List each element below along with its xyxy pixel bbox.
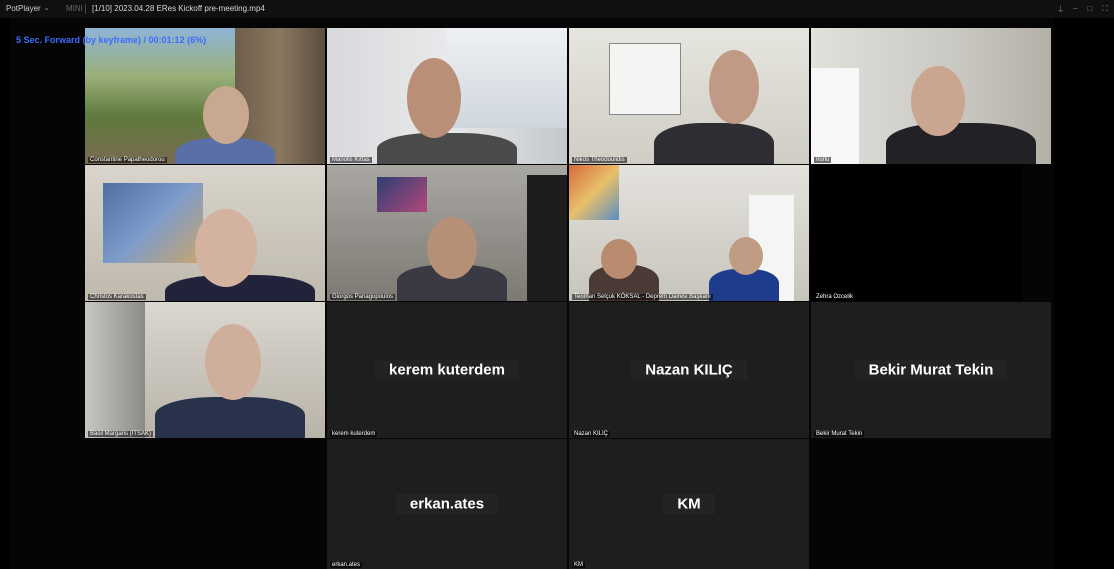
participant-tile[interactable]: erkan.ates erkan.ates: [327, 439, 567, 569]
window: [447, 28, 567, 128]
participant-tile[interactable]: Teoman Selçuk KÖKSAL - Deprem Dairesi Ba…: [569, 165, 809, 301]
person-head: [709, 50, 759, 124]
display-name: KM: [569, 493, 809, 515]
participant-tile[interactable]: Nazan KILIÇ Nazan KILIÇ: [569, 302, 809, 438]
maximize-icon[interactable]: □: [1088, 0, 1093, 18]
person-body: [886, 123, 1036, 164]
participant-name: Manolis Kirtas: [330, 157, 372, 163]
participant-name: Bekir Murat Tekin: [814, 431, 865, 437]
person-head: [195, 209, 257, 287]
participant-name: Nazan KILIÇ: [572, 431, 611, 437]
fullscreen-icon[interactable]: ⛶: [1102, 0, 1108, 18]
wall-painting: [377, 177, 427, 212]
file-title: [1/10] 2023.04.28 ERes Kickoff pre-meeti…: [92, 4, 265, 13]
participant-name: kerem kuterdem: [330, 431, 378, 437]
divider: [85, 4, 86, 14]
display-name: erkan.ates: [327, 493, 567, 515]
person-body: [377, 133, 517, 164]
person-body: [654, 123, 774, 164]
participant-tile[interactable]: Constantine Papatheodorou: [85, 28, 325, 164]
participant-name: erkan.ates: [330, 562, 363, 568]
participant-name: Giorgos Panagopoulos: [330, 294, 396, 300]
bookshelf: [85, 302, 145, 438]
person-head: [203, 86, 249, 144]
participant-name: KM: [572, 562, 585, 568]
participant-name: Constantine Papatheodorou: [88, 157, 167, 163]
app-name: PotPlayer: [6, 4, 41, 13]
participant-name: nurlu: [814, 157, 832, 163]
participant-tile[interactable]: nurlu: [811, 28, 1051, 164]
participant-name: Teoman Selçuk KÖKSAL - Deprem Dairesi Ba…: [572, 294, 713, 300]
participant-tile[interactable]: kerem kuterdem kerem kuterdem: [327, 302, 567, 438]
pin-icon[interactable]: ⍊: [1058, 0, 1063, 18]
person-head: [427, 217, 477, 279]
minimize-icon[interactable]: –: [1073, 0, 1077, 18]
window-controls: ⍊ – □ ⛶: [1058, 0, 1108, 18]
person-body: [155, 397, 305, 438]
person-head: [407, 58, 461, 138]
display-name: Nazan KILIÇ: [569, 359, 809, 381]
participant-tile[interactable]: Basil Margaris (ITSAK): [85, 302, 325, 438]
display-name: Bekir Murat Tekin: [811, 359, 1051, 381]
speaker: [527, 175, 567, 301]
wall-painting: [103, 183, 203, 263]
osd-seek-message: 5 Sec. Forward (by keyframe) / 00:01:12 …: [16, 35, 207, 45]
participant-tile[interactable]: KM KM: [569, 439, 809, 569]
person-head: [911, 66, 965, 136]
participant-name: Nikos Theodoulidis: [572, 157, 627, 163]
participant-tile[interactable]: Manolis Kirtas: [327, 28, 567, 164]
title-bar: PotPlayer ⌄ MINI [1/10] 2023.04.28 ERes …: [0, 0, 1114, 18]
participant-tile[interactable]: Zehra Ozcelik: [811, 165, 1022, 301]
display-name: kerem kuterdem: [327, 359, 567, 381]
mini-mode-button[interactable]: MINI: [66, 0, 83, 18]
person-head: [601, 239, 637, 279]
person-head: [729, 237, 763, 275]
chevron-down-icon: ⌄: [43, 5, 50, 12]
participant-tile[interactable]: Christos Karakostas: [85, 165, 325, 301]
participant-tile[interactable]: Giorgos Panagopoulos: [327, 165, 567, 301]
participant-tile[interactable]: Nikos Theodoulidis: [569, 28, 809, 164]
participant-tile[interactable]: Bekir Murat Tekin Bekir Murat Tekin: [811, 302, 1051, 438]
participant-name: Zehra Ozcelik: [814, 294, 856, 300]
participant-name: Basil Margaris (ITSAK): [88, 431, 154, 437]
whiteboard: [609, 43, 681, 115]
person-head: [205, 324, 261, 400]
app-menu-button[interactable]: PotPlayer ⌄: [6, 0, 50, 18]
participant-name: Christos Karakostas: [88, 294, 146, 300]
map-picture: [569, 165, 619, 220]
afad-banner: [811, 68, 859, 164]
